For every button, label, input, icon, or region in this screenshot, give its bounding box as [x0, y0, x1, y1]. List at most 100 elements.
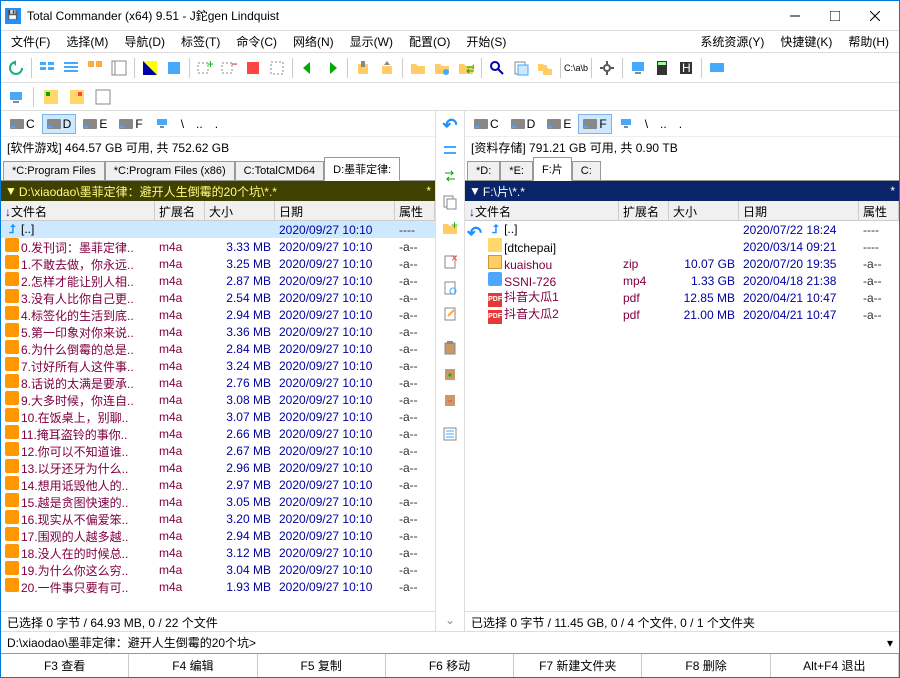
menu-item[interactable]: 开始(S) — [458, 33, 514, 51]
file-row[interactable]: 5.第一印象对你来说..m4a3.36 MB2020/09/27 10:10-a… — [1, 323, 435, 340]
view-brief-icon[interactable] — [36, 57, 58, 79]
folder1-icon[interactable] — [407, 57, 429, 79]
refresh-icon[interactable] — [5, 57, 27, 79]
view-thumbs-icon[interactable] — [84, 57, 106, 79]
forward-arrow-icon[interactable] — [321, 57, 343, 79]
right-file-list[interactable]: ⮥[..]2020/07/22 18:24----[dtchepai]2020/… — [484, 221, 899, 611]
drive-button-d[interactable]: D — [506, 114, 541, 134]
file-row[interactable]: 4.标签化的生活到底..m4a2.94 MB2020/09/27 10:10-a… — [1, 306, 435, 323]
mid-copy-icon[interactable] — [438, 190, 462, 214]
unpack-icon[interactable] — [376, 57, 398, 79]
panel-tab[interactable]: C:Program Files (x86) — [105, 161, 235, 180]
file-row[interactable]: 20.一件事只要有可..m4a1.93 MB2020/09/27 10:10-a… — [1, 578, 435, 595]
drive-button-f[interactable]: F — [578, 114, 611, 134]
network-drive-icon[interactable] — [150, 115, 174, 133]
file-row[interactable]: 17.围观的人越多越..m4a2.94 MB2020/09/27 10:10-a… — [1, 527, 435, 544]
menu-item[interactable]: 文件(F) — [3, 33, 58, 51]
menu-item[interactable]: 命令(C) — [228, 33, 285, 51]
fkey-button[interactable]: F3 查看 — [1, 654, 129, 677]
file-row[interactable]: 12.你可以不知道谁..m4a2.67 MB2020/09/27 10:10-a… — [1, 442, 435, 459]
file-row[interactable]: ⮥[..]2020/07/22 18:24---- — [484, 221, 899, 238]
computer-icon[interactable] — [5, 86, 27, 108]
panel-tab[interactable]: C:TotalCMD64 — [235, 161, 325, 180]
fkey-button[interactable]: Alt+F4 退出 — [771, 654, 899, 677]
menu-item[interactable]: 配置(O) — [401, 33, 458, 51]
settings-icon[interactable] — [596, 57, 618, 79]
right-history-back-icon[interactable]: ↶ — [465, 221, 484, 611]
view-tree-icon[interactable] — [108, 57, 130, 79]
drive-button-c[interactable]: C — [469, 114, 504, 134]
drive-button-e[interactable]: E — [542, 114, 576, 134]
menu-item[interactable]: 显示(W) — [342, 33, 401, 51]
panel-tab[interactable]: E: — [500, 161, 533, 180]
network-drive-icon[interactable] — [614, 115, 638, 133]
back-arrow-icon[interactable] — [297, 57, 319, 79]
file-row[interactable]: 19.为什么你这么穷..m4a3.04 MB2020/09/27 10:10-a… — [1, 561, 435, 578]
left-history-back-icon[interactable]: ↶ — [442, 115, 457, 136]
panel-tool1-icon[interactable] — [40, 86, 62, 108]
monitor-icon[interactable] — [627, 57, 649, 79]
panel-tab[interactable]: F:片 — [533, 157, 572, 181]
folder2-icon[interactable] — [431, 57, 453, 79]
select-all-icon[interactable] — [242, 57, 264, 79]
file-row[interactable]: 13.以牙还牙为什么..m4a2.96 MB2020/09/27 10:10-a… — [1, 459, 435, 476]
left-file-list[interactable]: ⮥[..]2020/09/27 10:10----0.发刊词：墨菲定律..m4a… — [1, 221, 435, 611]
right-column-header[interactable]: ↓文件名 扩展名 大小 日期 属性 — [465, 201, 899, 221]
file-row[interactable]: 2.怎样才能让别人相..m4a2.87 MB2020/09/27 10:10-a… — [1, 272, 435, 289]
file-row[interactable]: 3.没有人比你自己更..m4a2.54 MB2020/09/27 10:10-a… — [1, 289, 435, 306]
menu-item[interactable]: 标签(T) — [173, 33, 228, 51]
file-row[interactable]: 18.没人在的时候总..m4a3.12 MB2020/09/27 10:10-a… — [1, 544, 435, 561]
panel-tab[interactable]: C:Program Files — [3, 161, 105, 180]
file-row[interactable]: 1.不敢去做，你永远..m4a3.25 MB2020/09/27 10:10-a… — [1, 255, 435, 272]
hex-icon[interactable]: H — [675, 57, 697, 79]
view-full-icon[interactable] — [60, 57, 82, 79]
file-row[interactable]: 6.为什么倒霉的总是..m4a2.84 MB2020/09/27 10:10-a… — [1, 340, 435, 357]
left-column-header[interactable]: ↓文件名 扩展名 大小 日期 属性 — [1, 201, 435, 221]
fkey-button[interactable]: F5 复制 — [258, 654, 386, 677]
menu-item[interactable]: 快捷键(K) — [772, 33, 840, 51]
close-button[interactable] — [855, 2, 895, 30]
pack-icon[interactable] — [352, 57, 374, 79]
drive-nav-button[interactable]: . — [210, 114, 223, 134]
drive-nav-button[interactable]: .. — [655, 114, 672, 134]
cmd-dropdown-icon[interactable]: ▾ — [887, 636, 893, 650]
drive-nav-button[interactable]: \ — [640, 114, 653, 134]
mid-equal-icon[interactable] — [438, 138, 462, 162]
menu-item[interactable]: 网络(N) — [285, 33, 342, 51]
file-row[interactable]: ⮥[..]2020/09/27 10:10---- — [1, 221, 435, 238]
mid-clip-paste-icon[interactable] — [438, 388, 462, 412]
folder-sync-icon[interactable]: ⇄ — [455, 57, 477, 79]
search-icon[interactable] — [486, 57, 508, 79]
fkey-button[interactable]: F4 编辑 — [129, 654, 257, 677]
right-path-bar[interactable]: ▼F:\片\*.** — [465, 181, 899, 201]
file-row[interactable]: 10.在饭桌上，别聊..m4a3.07 MB2020/09/27 10:10-a… — [1, 408, 435, 425]
invert-icon[interactable] — [139, 57, 161, 79]
fkey-button[interactable]: F7 新建文件夹 — [514, 654, 642, 677]
drive-button-f[interactable]: F — [114, 114, 147, 134]
file-row[interactable]: 9.大多时候，你连自..m4a3.08 MB2020/09/27 10:10-a… — [1, 391, 435, 408]
drive-button-c[interactable]: C — [5, 114, 40, 134]
file-row[interactable]: 7.讨好所有人这件事..m4a3.24 MB2020/09/27 10:10-a… — [1, 357, 435, 374]
mid-view-icon[interactable] — [438, 276, 462, 300]
panel-tab[interactable]: D: — [467, 161, 500, 180]
file-row[interactable]: SSNI-726mp41.33 GB2020/04/18 21:38-a-- — [484, 272, 899, 289]
toggle-view-icon[interactable] — [163, 57, 185, 79]
fkey-button[interactable]: F8 删除 — [642, 654, 770, 677]
panel-tool2-icon[interactable] — [66, 86, 88, 108]
desktop-icon[interactable] — [706, 57, 728, 79]
select-inv-icon[interactable] — [266, 57, 288, 79]
panel-tab[interactable]: D:墨菲定律: — [324, 157, 400, 181]
drive-nav-button[interactable]: .. — [191, 114, 208, 134]
mid-list-icon[interactable] — [438, 422, 462, 446]
select-minus-icon[interactable]: − — [218, 57, 240, 79]
file-row[interactable]: 14.想用诋毁他人的..m4a2.97 MB2020/09/27 10:10-a… — [1, 476, 435, 493]
minimize-button[interactable] — [775, 2, 815, 30]
drive-button-d[interactable]: D — [42, 114, 77, 134]
menu-item[interactable]: 系统资源(Y) — [692, 33, 772, 51]
mid-swap-icon[interactable] — [438, 164, 462, 188]
drive-nav-button[interactable]: . — [674, 114, 687, 134]
file-row[interactable]: 16.现实从不偏爱笨..m4a3.20 MB2020/09/27 10:10-a… — [1, 510, 435, 527]
rename-icon[interactable] — [510, 57, 532, 79]
mid-clip-copy-icon[interactable] — [438, 362, 462, 386]
panel-tool3-icon[interactable] — [92, 86, 114, 108]
